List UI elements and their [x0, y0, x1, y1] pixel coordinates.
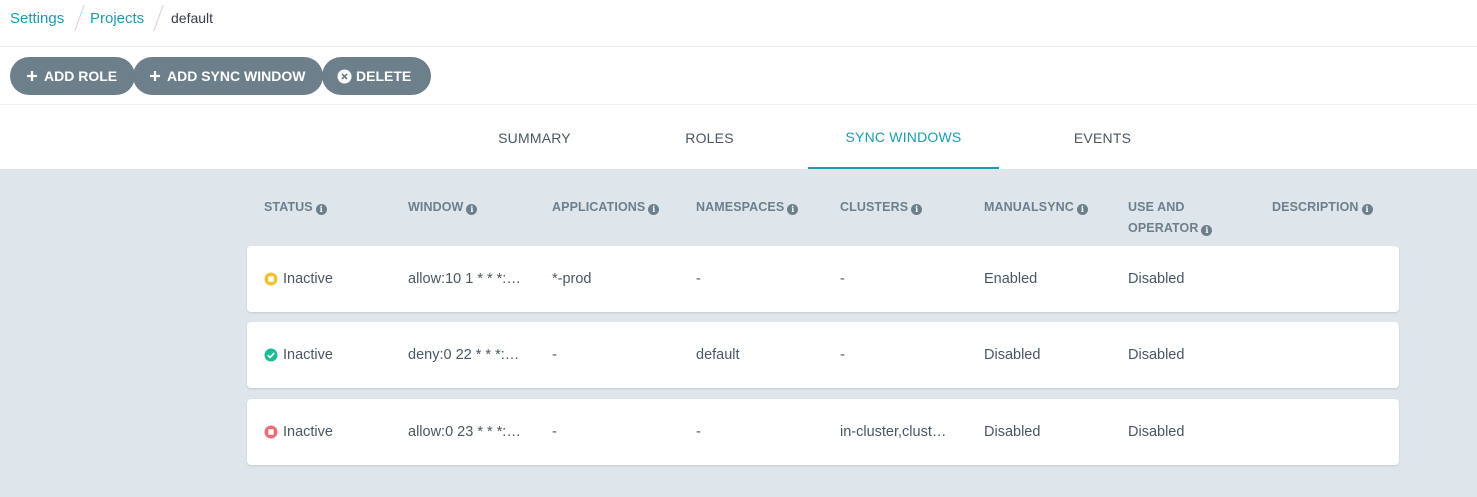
plus-icon: [147, 68, 163, 84]
manualsync-cell: Disabled: [984, 347, 1041, 363]
applications-cell: -: [552, 347, 557, 363]
status-cell: Inactive: [264, 246, 333, 312]
info-icon[interactable]: i: [466, 204, 478, 215]
stop-square-icon: [264, 425, 278, 439]
status-cell: Inactive: [264, 322, 333, 388]
info-icon[interactable]: i: [1361, 204, 1373, 215]
status-text: Inactive: [283, 347, 333, 363]
use-and-operator-cell: Disabled: [1128, 424, 1185, 440]
info-icon[interactable]: i: [648, 204, 660, 215]
header-applications: APPLICATIONS i: [552, 197, 660, 218]
table-row[interactable]: Inactive allow:10 1 * * *:… *-prod - - E…: [247, 246, 1399, 312]
namespaces-cell: -: [696, 271, 701, 287]
breadcrumb-separator: [153, 4, 164, 32]
add-role-label: ADD ROLE: [44, 68, 118, 84]
tab-bar: SUMMARY ROLES SYNC WINDOWS EVENTS: [0, 106, 1477, 170]
status-text: Inactive: [283, 424, 333, 440]
breadcrumb-settings-link[interactable]: Settings: [10, 10, 64, 27]
info-icon[interactable]: i: [1201, 225, 1213, 236]
info-icon[interactable]: i: [911, 204, 923, 215]
use-and-operator-cell: Disabled: [1128, 347, 1185, 363]
status-text: Inactive: [283, 271, 333, 287]
manualsync-cell: Disabled: [984, 424, 1041, 440]
applications-cell: *-prod: [552, 271, 592, 287]
clusters-cell: -: [840, 271, 845, 287]
check-circle-icon: [264, 348, 278, 362]
namespaces-cell: -: [696, 424, 701, 440]
close-circle-icon: [336, 68, 352, 84]
header-status: STATUS i: [264, 197, 327, 218]
info-icon[interactable]: i: [787, 204, 799, 215]
window-cell: allow:10 1 * * *:…: [408, 271, 521, 287]
use-and-operator-cell: Disabled: [1128, 271, 1185, 287]
breadcrumb: Settings Projects default: [0, 0, 1477, 47]
tab-events[interactable]: EVENTS: [1030, 106, 1175, 169]
plus-icon: [24, 68, 40, 84]
header-namespaces: NAMESPACES i: [696, 197, 799, 218]
header-clusters: CLUSTERS i: [840, 197, 923, 218]
header-description: DESCRIPTION i: [1272, 197, 1373, 218]
pause-square-icon: [264, 272, 278, 286]
applications-cell: -: [552, 424, 557, 440]
window-cell: allow:0 23 * * *:…: [408, 424, 521, 440]
clusters-cell: -: [840, 347, 845, 363]
add-role-button[interactable]: ADD ROLE: [10, 57, 136, 95]
tab-summary[interactable]: SUMMARY: [462, 106, 607, 169]
header-manualsync: MANUALSYNC i: [984, 197, 1088, 218]
table-row[interactable]: Inactive allow:0 23 * * *:… - - in-clust…: [247, 399, 1399, 465]
namespaces-cell: default: [696, 347, 740, 363]
status-cell: Inactive: [264, 399, 333, 465]
header-use-and-operator: USE AND OPERATOR i: [1128, 197, 1213, 239]
add-sync-window-button[interactable]: ADD SYNC WINDOW: [133, 57, 324, 95]
breadcrumb-projects-link[interactable]: Projects: [90, 10, 144, 27]
toolbar: ADD ROLE ADD SYNC WINDOW DELETE: [0, 47, 1477, 105]
manualsync-cell: Enabled: [984, 271, 1038, 287]
clusters-cell: in-cluster,clust…: [840, 424, 947, 440]
table-row[interactable]: Inactive deny:0 22 * * *:… - default - D…: [247, 322, 1399, 388]
info-icon[interactable]: i: [1076, 204, 1088, 215]
delete-button[interactable]: DELETE: [322, 57, 432, 95]
add-sync-window-label: ADD SYNC WINDOW: [167, 68, 306, 84]
tab-sync-windows[interactable]: SYNC WINDOWS: [808, 106, 999, 169]
breadcrumb-separator: [74, 4, 85, 32]
window-cell: deny:0 22 * * *:…: [408, 347, 520, 363]
tab-roles[interactable]: ROLES: [637, 106, 782, 169]
header-window: WINDOW i: [408, 197, 478, 218]
sync-windows-panel: STATUS i WINDOW i APPLICATIONS i NAMESPACES…: [0, 170, 1477, 497]
breadcrumb-current: default: [171, 10, 214, 26]
delete-label: DELETE: [356, 68, 412, 84]
info-icon[interactable]: i: [315, 204, 327, 215]
